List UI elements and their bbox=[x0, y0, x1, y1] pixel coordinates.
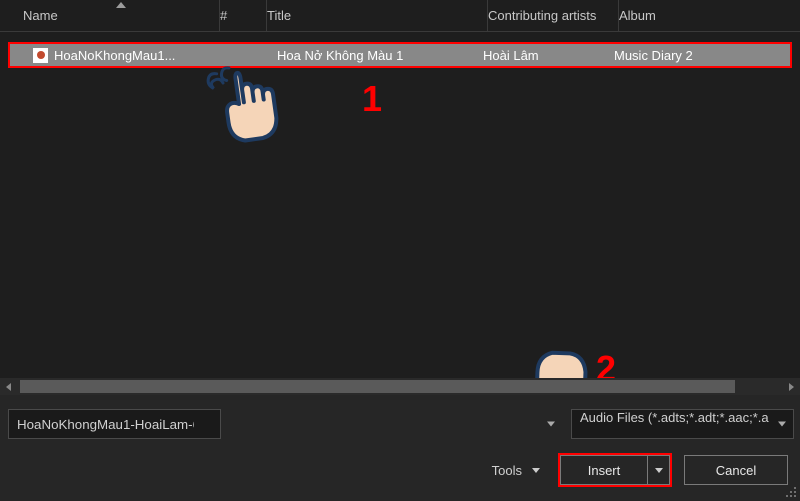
column-name-label: Name bbox=[23, 8, 58, 23]
resize-grip-icon[interactable] bbox=[784, 485, 798, 499]
column-title[interactable]: Title bbox=[267, 0, 488, 31]
filetype-value: Audio Files (*.adts;*.adt;*.aac;*.a bbox=[580, 410, 769, 425]
sort-asc-icon bbox=[116, 2, 126, 8]
scrollbar-thumb[interactable] bbox=[20, 380, 735, 393]
chevron-down-icon bbox=[532, 468, 540, 473]
insert-button[interactable]: Insert bbox=[560, 455, 670, 485]
tools-label: Tools bbox=[492, 463, 522, 478]
audio-file-icon bbox=[33, 48, 48, 63]
filename-input[interactable] bbox=[8, 409, 221, 439]
insert-dropdown[interactable] bbox=[647, 456, 669, 484]
chevron-down-icon[interactable] bbox=[778, 422, 786, 427]
annotation-step-1: 1 bbox=[362, 78, 382, 120]
chevron-down-icon[interactable] bbox=[547, 422, 555, 427]
column-album-label: Album bbox=[619, 8, 656, 23]
horizontal-scrollbar[interactable] bbox=[0, 378, 800, 395]
pointer-hand-icon bbox=[200, 53, 292, 153]
file-album: Music Diary 2 bbox=[614, 48, 784, 63]
tools-button[interactable]: Tools bbox=[486, 459, 546, 482]
file-row[interactable]: HoaNoKhongMau1... Hoa Nở Không Màu 1 Hoà… bbox=[8, 42, 792, 68]
column-artist[interactable]: Contributing artists bbox=[488, 0, 619, 31]
scroll-left-icon[interactable] bbox=[0, 378, 17, 395]
filetype-select[interactable]: Audio Files (*.adts;*.adt;*.aac;*.a bbox=[571, 409, 794, 439]
cancel-label: Cancel bbox=[716, 463, 756, 478]
column-name[interactable]: Name bbox=[23, 0, 220, 31]
column-num-label: # bbox=[220, 8, 227, 23]
file-artist: Hoài Lâm bbox=[483, 48, 614, 63]
insert-label: Insert bbox=[561, 456, 647, 484]
scroll-right-icon[interactable] bbox=[783, 378, 800, 395]
column-num[interactable]: # bbox=[220, 0, 267, 31]
cancel-button[interactable]: Cancel bbox=[684, 455, 788, 485]
column-title-label: Title bbox=[267, 8, 291, 23]
column-album[interactable]: Album bbox=[619, 0, 789, 31]
file-title: Hoa Nở Không Màu 1 bbox=[277, 48, 483, 63]
annotation-highlight-insert: Insert bbox=[558, 453, 672, 487]
column-artist-label: Contributing artists bbox=[488, 8, 596, 23]
file-name: HoaNoKhongMau1... bbox=[54, 48, 175, 63]
